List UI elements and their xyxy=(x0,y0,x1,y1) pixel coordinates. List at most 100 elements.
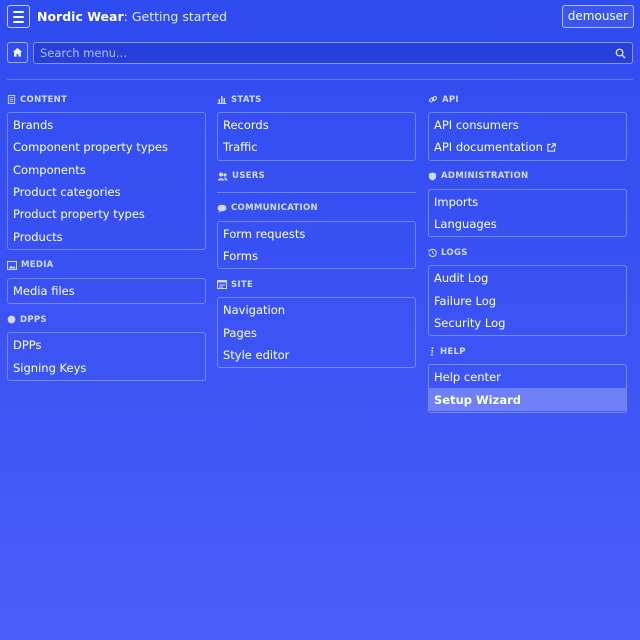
section-heading-api: API xyxy=(428,92,627,107)
menu-item-label: Failure Log xyxy=(434,293,497,308)
menu-item-label: Security Log xyxy=(434,315,506,330)
title-separator: : xyxy=(123,9,128,24)
menu-column-1: CONTENT Brands Component property types Com… xyxy=(7,92,206,389)
section-title: ADMINISTRATION xyxy=(441,171,529,182)
menu-item-product-property-types[interactable]: Product property types xyxy=(8,203,205,225)
hamburger-icon[interactable] xyxy=(7,5,30,28)
section-heading-dpps: DPPS xyxy=(7,312,206,327)
section-heading-communication: COMMUNICATION xyxy=(217,201,416,216)
section-list-stats: Records Traffic xyxy=(217,112,416,161)
menu-item-label: Form requests xyxy=(223,226,306,241)
menu-item-dpps[interactable]: DPPs xyxy=(8,334,205,356)
search-input[interactable] xyxy=(34,43,632,63)
menu-item-label: DPPs xyxy=(13,338,42,353)
shield-icon xyxy=(428,172,437,181)
section-list-administration: Imports Languages xyxy=(428,188,627,238)
section-title: USERS xyxy=(232,171,265,182)
section-title: COMMUNICATION xyxy=(231,203,318,214)
menu-item-setup-wizard[interactable]: Setup Wizard xyxy=(429,388,626,411)
section-divider xyxy=(217,191,416,193)
menu-item-label: API documentation xyxy=(434,140,543,155)
menu-item-label: Forms xyxy=(223,249,258,264)
brand-name[interactable]: Nordic Wear xyxy=(37,9,124,24)
menu-section-help: HELP Help center Setup Wizard xyxy=(428,344,627,413)
menu-item-label: Brands xyxy=(13,118,54,133)
section-title: DPPS xyxy=(20,314,47,325)
menu-item-label: Imports xyxy=(434,194,479,209)
search-icon[interactable] xyxy=(615,48,626,59)
menu-section-users: USERS xyxy=(217,169,416,193)
section-heading-media: MEDIA xyxy=(7,258,206,273)
menu-item-languages[interactable]: Languages xyxy=(429,213,626,235)
section-list-help: Help center Setup Wizard xyxy=(428,364,627,413)
menu-item-label: Signing Keys xyxy=(13,360,87,375)
menu-item-help-center[interactable]: Help center xyxy=(429,366,626,388)
image-icon xyxy=(7,260,17,270)
menu-item-component-property-types[interactable]: Component property types xyxy=(8,136,205,158)
history-icon xyxy=(428,248,437,258)
chat-icon xyxy=(217,204,227,213)
menu-section-administration: ADMINISTRATION Imports Languages xyxy=(428,169,627,238)
menu-section-stats: STATS Records Traffic xyxy=(217,92,416,161)
section-title: API xyxy=(442,94,459,105)
menu-item-signing-keys[interactable]: Signing Keys xyxy=(8,356,205,378)
menu-item-media-files[interactable]: Media files xyxy=(8,280,205,302)
menu-item-product-categories[interactable]: Product categories xyxy=(8,181,205,203)
menu-item-forms[interactable]: Forms xyxy=(218,245,415,267)
menu-item-label: Style editor xyxy=(223,347,290,362)
menu-item-audit-log[interactable]: Audit Log xyxy=(429,267,626,289)
section-title: MEDIA xyxy=(21,260,54,271)
section-heading-site: SITE xyxy=(217,277,416,292)
menu-section-logs: LOGS Audit Log Failure Log Security Log xyxy=(428,245,627,337)
menu-item-api-documentation[interactable]: API documentation xyxy=(429,136,626,158)
top-bar: Nordic Wear: Getting started demouser xyxy=(0,0,640,34)
menu-item-api-consumers[interactable]: API consumers xyxy=(429,114,626,136)
section-list-media: Media files xyxy=(7,277,206,305)
menu-column-3: API API consumers API documentation ADMINIS… xyxy=(428,92,627,421)
menu-item-brands[interactable]: Brands xyxy=(8,114,205,136)
menu-item-label: Product property types xyxy=(13,207,145,222)
menu-item-failure-log[interactable]: Failure Log xyxy=(429,289,626,311)
menu-item-label: Records xyxy=(223,118,269,133)
menu-item-label: Component property types xyxy=(13,140,168,155)
menu-item-form-requests[interactable]: Form requests xyxy=(218,223,415,245)
menu-item-label: Audit Log xyxy=(434,271,489,286)
section-heading-content: CONTENT xyxy=(7,92,206,107)
menu-section-communication: COMMUNICATION Form requests Forms xyxy=(217,201,416,270)
section-heading-administration: ADMINISTRATION xyxy=(428,169,627,184)
section-heading-stats: STATS xyxy=(217,92,416,107)
menu-item-label: Languages xyxy=(434,217,497,232)
section-title: STATS xyxy=(231,94,262,105)
menu-section-media: MEDIA Media files xyxy=(7,258,206,305)
menu-section-content: CONTENT Brands Component property types Com… xyxy=(7,92,206,250)
menu-item-style-editor[interactable]: Style editor xyxy=(218,344,415,366)
menu-item-label: Help center xyxy=(434,370,501,385)
bar-chart-icon xyxy=(217,95,227,104)
menu-item-pages[interactable]: Pages xyxy=(218,321,415,343)
user-menu-button[interactable]: demouser xyxy=(561,5,634,28)
menu-item-imports[interactable]: Imports xyxy=(429,191,626,213)
menu-item-traffic[interactable]: Traffic xyxy=(218,136,415,158)
circle-icon xyxy=(7,315,16,324)
menu-section-dpps: DPPS DPPs Signing Keys xyxy=(7,312,206,381)
menu-item-components[interactable]: Components xyxy=(8,159,205,181)
section-title: SITE xyxy=(231,279,254,290)
menu-item-label: Components xyxy=(13,162,86,177)
page-name: Getting started xyxy=(131,9,228,24)
section-heading-help: HELP xyxy=(428,344,627,359)
section-title: HELP xyxy=(440,346,466,357)
menu-item-records[interactable]: Records xyxy=(218,114,415,136)
home-button[interactable] xyxy=(7,42,28,63)
menu-item-security-log[interactable]: Security Log xyxy=(429,312,626,334)
menu-item-navigation[interactable]: Navigation xyxy=(218,299,415,321)
section-list-dpps: DPPs Signing Keys xyxy=(7,332,206,381)
menu-item-products[interactable]: Products xyxy=(8,225,205,247)
section-title: LOGS xyxy=(441,247,468,258)
section-list-content: Brands Component property types Components… xyxy=(7,112,206,250)
info-icon xyxy=(428,347,436,356)
menu-item-label: Pages xyxy=(223,325,257,340)
menu-item-label: Traffic xyxy=(223,140,258,155)
menu-section-site: SITE Navigation Pages Style editor xyxy=(217,277,416,369)
menu-section-api: API API consumers API documentation xyxy=(428,92,627,161)
section-list-logs: Audit Log Failure Log Security Log xyxy=(428,265,627,337)
